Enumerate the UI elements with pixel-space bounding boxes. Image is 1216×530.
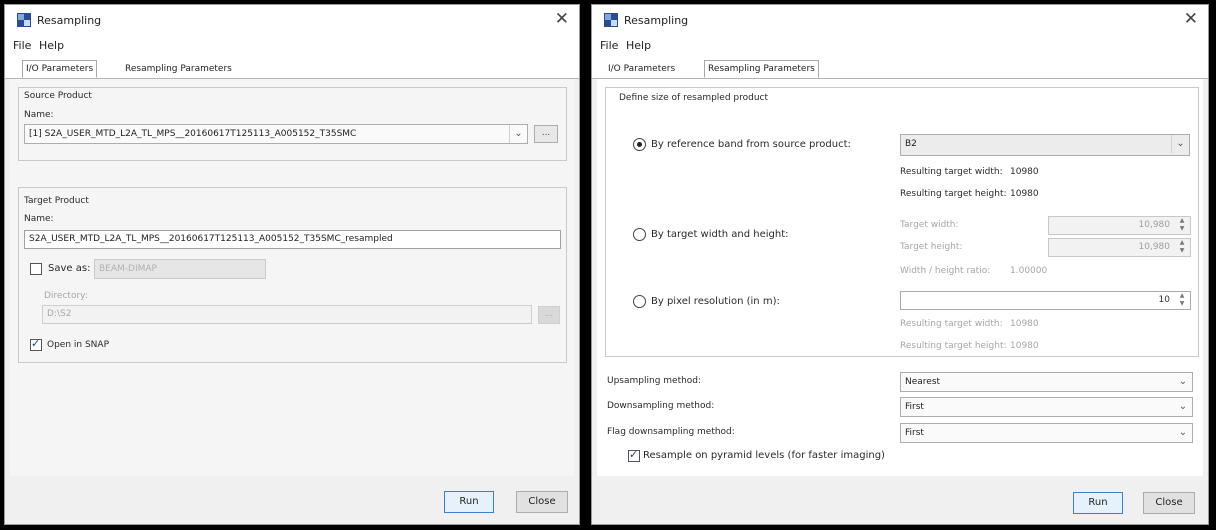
chevron-down-icon: ⌄ (1171, 135, 1189, 153)
io-parameters-panel: Source Product Name: [1] S2A_USER_MTD_L2… (10, 79, 574, 476)
save-as-label: Save as: (48, 263, 91, 274)
pix-width-value: 10980 (1010, 319, 1039, 329)
run-button[interactable]: Run (444, 491, 494, 513)
target-name-input[interactable]: S2A_USER_MTD_L2A_TL_MPS__20160617T125113… (24, 230, 561, 249)
title-bar: Resampling ✕ (5, 5, 579, 35)
menu-file[interactable]: File (13, 39, 31, 52)
source-name-label: Name: (24, 110, 54, 120)
close-icon[interactable]: ✕ (555, 9, 569, 29)
close-button[interactable]: Close (516, 491, 568, 513)
radio-by-pixel-resolution[interactable] (633, 295, 646, 308)
title-bar: Resampling ✕ (592, 5, 1208, 35)
source-browse-button[interactable]: ... (534, 125, 558, 143)
pixel-resolution-spinner[interactable]: 10 ▲ ▼ (900, 291, 1191, 310)
flag-downsampling-value: First (905, 428, 924, 438)
downsampling-select[interactable]: First ⌄ (900, 397, 1193, 417)
radio-by-width-height[interactable] (633, 228, 646, 241)
radio-by-reference-band[interactable] (633, 138, 646, 151)
reference-band-value: B2 (905, 139, 917, 149)
source-product-title: Source Product (24, 91, 92, 101)
menu-file[interactable]: File (600, 39, 618, 52)
tab-resampling-parameters[interactable]: Resampling Parameters (121, 60, 236, 78)
save-as-checkbox[interactable] (30, 263, 42, 275)
chevron-down-icon: ⌄ (1178, 401, 1188, 412)
target-name-label: Name: (24, 214, 54, 224)
ref-height-label: Resulting target height: (900, 189, 1007, 199)
dialog-title: Resampling (37, 14, 102, 27)
close-button[interactable]: Close (1143, 492, 1195, 514)
target-width-value: 10,980 (1138, 220, 1171, 230)
menu-bar: File Help (5, 35, 579, 57)
ref-height-value: 10980 (1010, 189, 1039, 199)
chevron-down-icon: ⌄ (1178, 376, 1188, 387)
directory-value: D:\S2 (47, 309, 72, 319)
upsampling-label: Upsampling method: (607, 376, 702, 386)
resampling-dialog-parameters: Resampling ✕ File Help I/O Parameters Re… (591, 4, 1209, 525)
spinner-arrows-icon: ▲ ▼ (1179, 292, 1185, 307)
pyramid-levels-checkbox[interactable] (628, 448, 640, 462)
ref-width-label: Resulting target width: (900, 167, 1003, 177)
target-width-spinner[interactable]: 10,980 ▲ ▼ (1048, 216, 1191, 235)
downsampling-label: Downsampling method: (607, 401, 715, 411)
upsampling-value: Nearest (905, 377, 941, 387)
ref-width-value: 10980 (1010, 167, 1039, 177)
dialog-title: Resampling (624, 14, 689, 27)
source-product-value: [1] S2A_USER_MTD_L2A_TL_MPS__20160617T12… (29, 129, 357, 139)
by-width-height-label: By target width and height: (651, 229, 789, 240)
ratio-label: Width / height ratio: (900, 266, 991, 276)
tab-resampling-parameters[interactable]: Resampling Parameters (704, 60, 819, 78)
target-width-label: Target width: (900, 220, 959, 230)
pyramid-levels-label: Resample on pyramid levels (for faster i… (643, 450, 885, 461)
pix-width-label: Resulting target width: (900, 319, 1003, 329)
app-icon (17, 13, 31, 27)
menu-bar: File Help (592, 35, 1208, 57)
reference-band-select[interactable]: B2 ⌄ (900, 134, 1190, 156)
run-button[interactable]: Run (1073, 492, 1123, 514)
resampling-parameters-panel: Define size of resampled product By refe… (597, 79, 1203, 476)
by-pixel-resolution-label: By pixel resolution (in m): (651, 296, 780, 307)
tab-io-parameters[interactable]: I/O Parameters (22, 60, 98, 78)
close-icon[interactable]: ✕ (1184, 9, 1198, 29)
menu-help[interactable]: Help (626, 39, 651, 52)
target-product-title: Target Product (24, 196, 89, 206)
app-icon (604, 13, 618, 27)
spinner-arrows-icon: ▲ ▼ (1179, 217, 1185, 232)
pix-height-label: Resulting target height: (900, 341, 1007, 351)
tab-io-parameters[interactable]: I/O Parameters (604, 60, 679, 78)
open-in-snap-checkbox[interactable] (30, 337, 42, 351)
downsampling-value: First (905, 402, 924, 412)
save-format-select[interactable]: BEAM-DIMAP (94, 259, 266, 279)
target-height-spinner[interactable]: 10,980 ▲ ▼ (1048, 238, 1191, 257)
target-name-value: S2A_USER_MTD_L2A_TL_MPS__20160617T125113… (29, 234, 393, 244)
target-height-value: 10,980 (1138, 242, 1171, 252)
source-product-select[interactable]: [1] S2A_USER_MTD_L2A_TL_MPS__20160617T12… (24, 124, 528, 144)
flag-downsampling-label: Flag downsampling method: (607, 427, 735, 437)
upsampling-select[interactable]: Nearest ⌄ (900, 372, 1193, 392)
spinner-arrows-icon: ▲ ▼ (1179, 239, 1185, 254)
tab-bar: I/O Parameters Resampling Parameters (592, 57, 1208, 79)
chevron-down-icon: ⌄ (1178, 427, 1188, 438)
chevron-down-icon: ⌄ (509, 125, 527, 143)
directory-label: Directory: (44, 291, 88, 301)
pixel-resolution-value: 10 (1158, 295, 1170, 305)
directory-browse-button[interactable]: ... (538, 306, 560, 324)
tab-bar: I/O Parameters Resampling Parameters (5, 57, 579, 79)
define-size-title: Define size of resampled product (619, 93, 769, 103)
by-reference-band-label: By reference band from source product: (651, 139, 851, 150)
menu-help[interactable]: Help (39, 39, 64, 52)
target-height-label: Target height: (900, 242, 963, 252)
ratio-value: 1.00000 (1010, 266, 1048, 276)
open-in-snap-label: Open in SNAP (47, 340, 109, 350)
resampling-dialog-io: Resampling ✕ File Help I/O Parameters Re… (4, 4, 580, 525)
pix-height-value: 10980 (1010, 341, 1039, 351)
directory-input[interactable]: D:\S2 (42, 305, 532, 324)
save-format-value: BEAM-DIMAP (99, 264, 157, 274)
flag-downsampling-select[interactable]: First ⌄ (900, 423, 1193, 443)
